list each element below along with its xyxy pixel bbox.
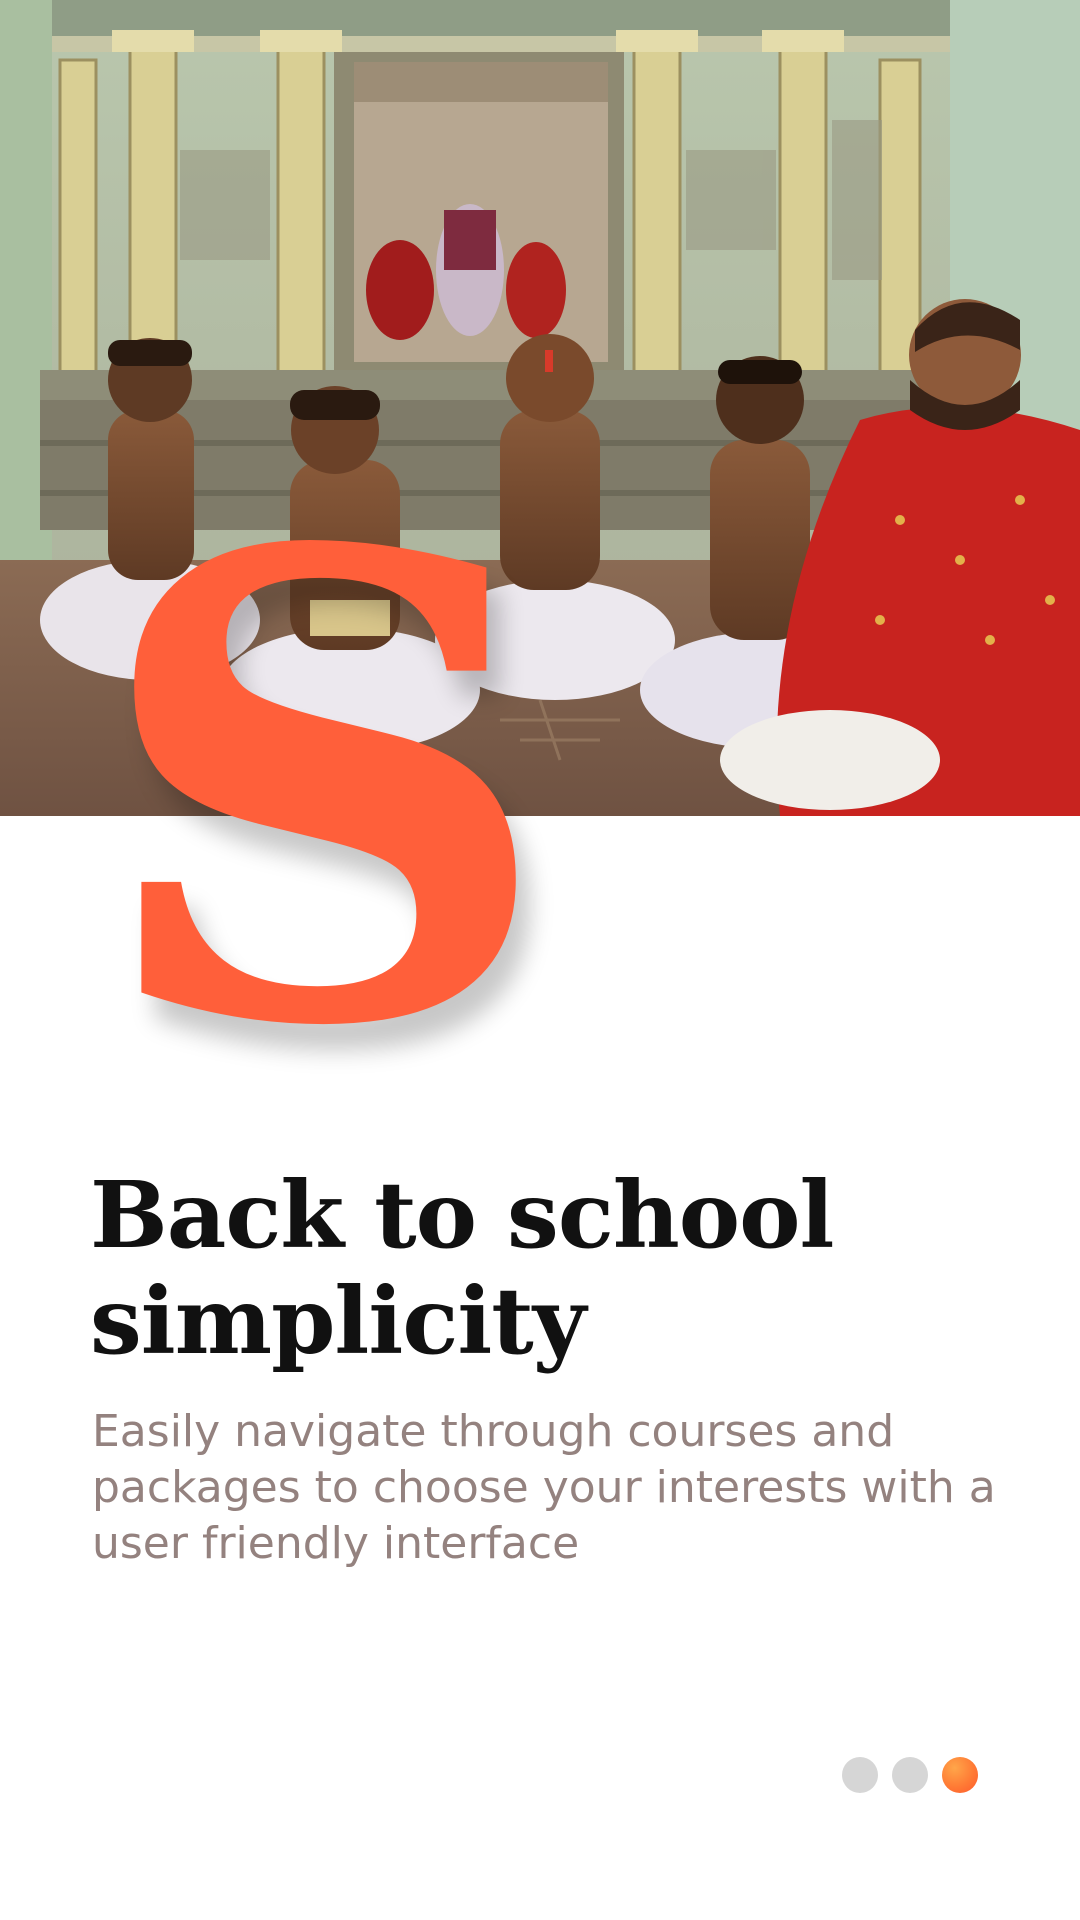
page-dot-3-active[interactable] <box>942 1757 978 1793</box>
page-indicator <box>842 1757 978 1793</box>
page-description: Easily navigate through courses and pack… <box>92 1406 996 1569</box>
title-line-2: simplicity <box>90 1267 586 1375</box>
title-line-1: Back to school <box>90 1161 834 1269</box>
hero-illustration <box>0 0 1080 816</box>
hero-image <box>0 0 1080 816</box>
page-dot-2[interactable] <box>892 1757 928 1793</box>
onboarding-screen: S Back to school simplicity Easily navig… <box>0 0 1080 1920</box>
page-dot-1[interactable] <box>842 1757 878 1793</box>
page-title: Back to school simplicity <box>90 1162 990 1374</box>
